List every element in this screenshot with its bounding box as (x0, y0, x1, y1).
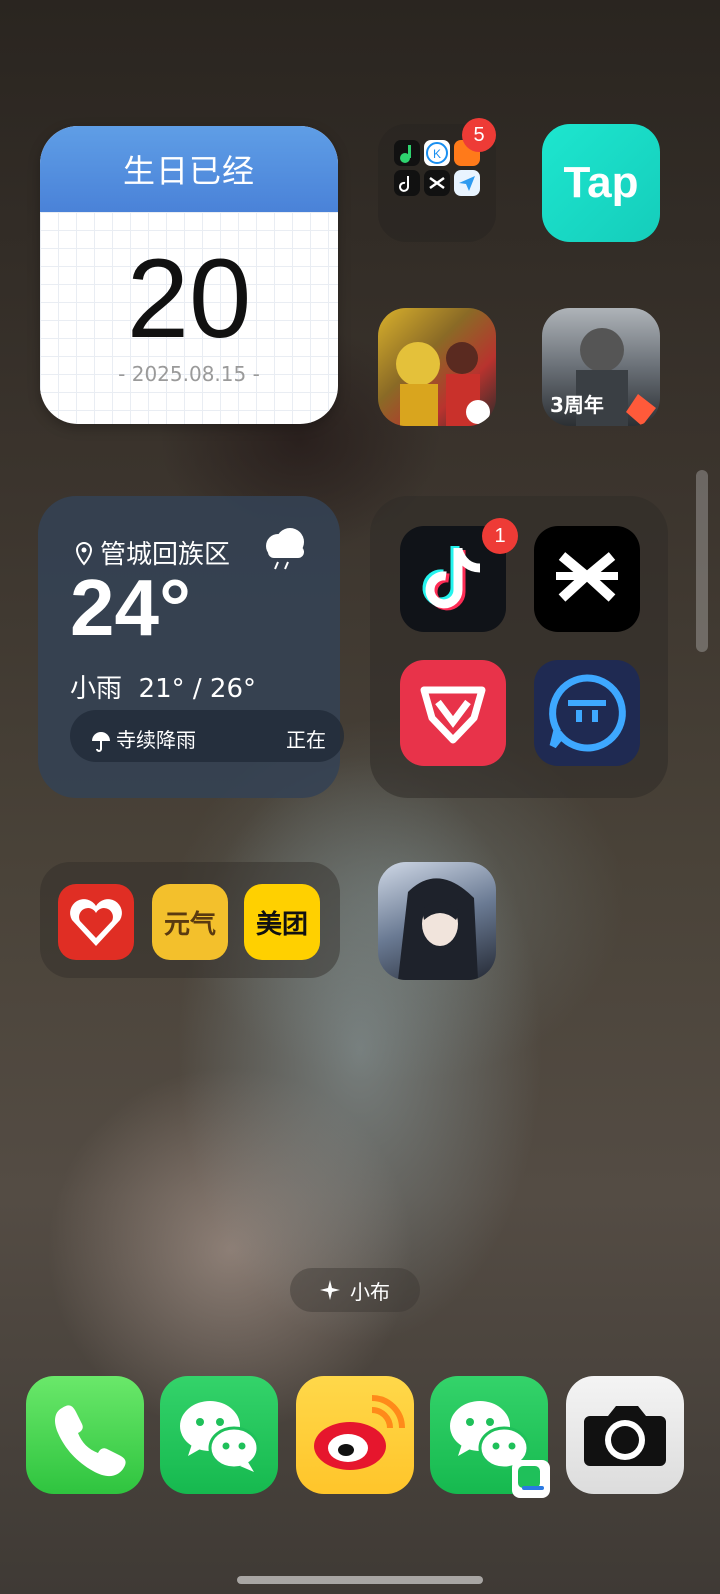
rain-cloud-icon (266, 528, 304, 570)
weather-alert: 寺续降雨 (90, 724, 196, 753)
tiktok-notification-badge: 1 (482, 518, 518, 554)
countdown-widget[interactable]: 生日已经 20 - 2025.08.15 - (40, 126, 338, 424)
weather-range: 21° / 26° (138, 674, 257, 704)
notification-badge: 5 (462, 118, 496, 152)
weibo-app-icon[interactable] (296, 1376, 414, 1494)
weather-alert-label: 寺续降雨 (116, 728, 196, 752)
yuanqi-app-icon[interactable]: 元气 (152, 884, 228, 960)
weather-temperature: 24° (70, 563, 191, 652)
sparkle-icon (320, 1280, 340, 1300)
weather-alert-status: 正在 (286, 728, 326, 752)
wechat-clone-app-icon[interactable] (430, 1376, 550, 1498)
music-app-icon (394, 140, 420, 166)
pubg-mobile-app-icon[interactable] (378, 308, 496, 426)
meituan-app-icon[interactable]: 美团 (244, 884, 320, 960)
tiktok-app-icon (394, 170, 420, 196)
assistant-label: 小布 (350, 1279, 390, 1304)
weather-condition: 小雨 (70, 674, 123, 704)
countdown-widget-title: 生日已经 (40, 126, 338, 212)
camera-app-icon[interactable] (566, 1376, 684, 1494)
countdown-days: 20 (126, 236, 252, 361)
game-anniversary-label: 3周年 (550, 393, 604, 417)
umbrella-icon (92, 732, 110, 752)
phone-app-icon[interactable] (26, 1376, 144, 1494)
app-folder[interactable]: K 5 (378, 118, 496, 242)
countdown-date: - 2025.08.15 - (118, 362, 260, 386)
pinduoduo-app-icon[interactable] (58, 884, 134, 960)
weather-widget[interactable]: 管城回族区 24° 小雨 21° / 26° 寺续降雨 正在 (38, 496, 344, 798)
capcut-app-icon (424, 170, 450, 196)
k-app-icon: K (424, 140, 450, 166)
game-app-icon[interactable]: 3周年 (542, 308, 660, 426)
shopping-app-group: 元气 美团 (40, 862, 340, 978)
wechat-app-icon[interactable] (160, 1376, 278, 1494)
valorant-app-icon[interactable] (400, 660, 506, 766)
weather-alert-pill: 寺续降雨 正在 (70, 710, 344, 762)
home-indicator[interactable] (237, 1576, 483, 1584)
assistant-pill[interactable]: 小布 (290, 1268, 420, 1312)
weather-condition-line: 小雨 21° / 26° (70, 668, 256, 705)
capcut-app-icon[interactable] (534, 526, 640, 632)
anime-game-app-icon[interactable] (378, 862, 496, 980)
app-group: 1 (370, 496, 668, 798)
side-panel-handle[interactable] (696, 470, 708, 652)
chat-app-icon[interactable] (534, 660, 640, 766)
send-app-icon (454, 170, 480, 196)
taptap-app-icon[interactable]: Tap (542, 124, 660, 242)
clone-app-badge-icon (512, 1460, 550, 1498)
svg-text:K: K (433, 147, 441, 161)
